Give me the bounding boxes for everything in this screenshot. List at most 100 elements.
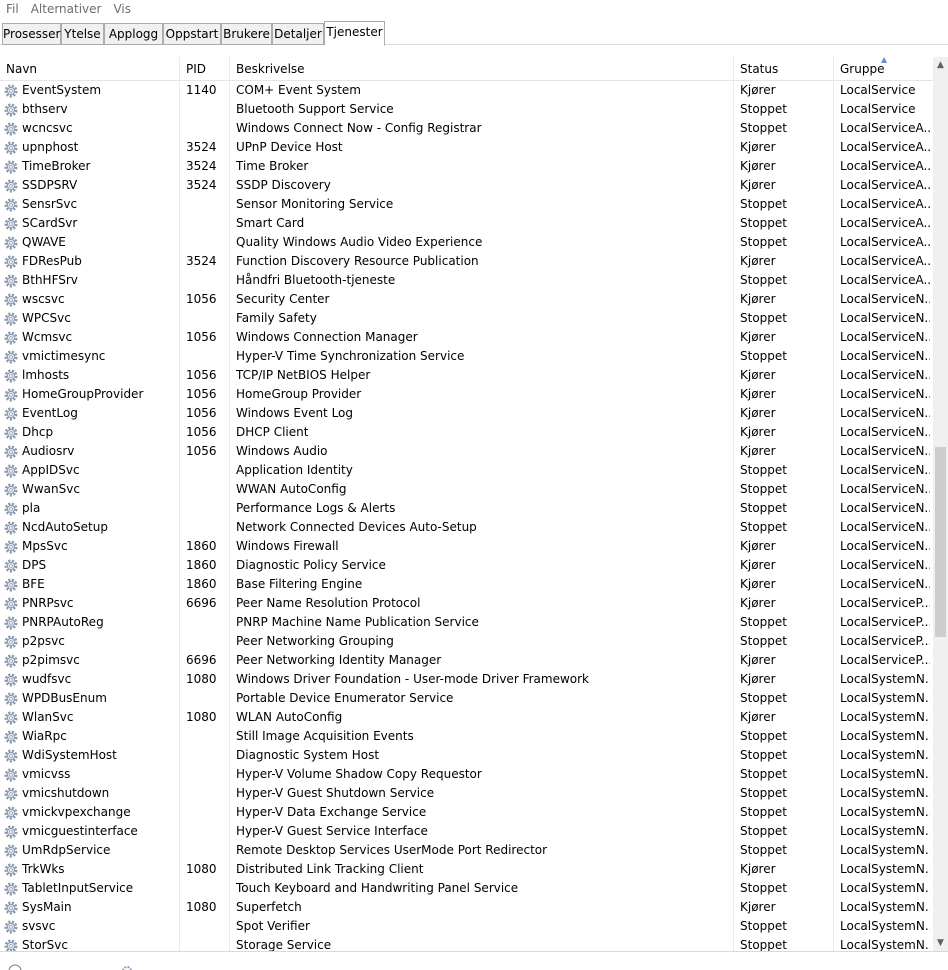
service-row[interactable]: BFE 1860 Base Filtering Engine Kjører LocalS… <box>0 575 933 594</box>
service-row[interactable]: PNRPsvc 6696 Peer Name Resolution Protocol… <box>0 594 933 613</box>
service-group: LocalServiceN... <box>840 577 930 591</box>
service-gear-icon <box>3 596 19 612</box>
service-row[interactable]: vmictimesync Hyper-V Time Synchronization… <box>0 347 933 366</box>
service-row[interactable]: BthHFSrv Håndfri Bluetooth-tjeneste Stoppe… <box>0 271 933 290</box>
service-pid <box>186 271 230 290</box>
service-row[interactable]: WdiSystemHost Diagnostic System Host Stopp… <box>0 746 933 765</box>
column-header-status[interactable]: Status <box>733 57 833 81</box>
tab-users[interactable]: Brukere <box>221 23 272 45</box>
service-row[interactable]: AppIDSvc Application Identity Stoppet Local… <box>0 461 933 480</box>
service-gear-icon <box>3 615 19 631</box>
service-row[interactable]: p2psvc Peer Networking Grouping Stoppet Loc… <box>0 632 933 651</box>
service-row[interactable]: Wcmsvc 1056 Windows Connection Manager Kjør… <box>0 328 933 347</box>
service-row[interactable]: SCardSvr Smart Card Stoppet LocalServiceA..… <box>0 214 933 233</box>
vertical-scrollbar[interactable]: ▲ ▼ <box>933 57 948 951</box>
service-gear-icon <box>3 273 19 289</box>
service-row[interactable]: DPS 1860 Diagnostic Policy Service Kjører Lo… <box>0 556 933 575</box>
tab-details[interactable]: Detaljer <box>272 23 324 45</box>
service-row[interactable]: HomeGroupProvider 1056 HomeGroup Provider K… <box>0 385 933 404</box>
service-row[interactable]: Dhcp 1056 DHCP Client Kjører LocalServiceN..… <box>0 423 933 442</box>
service-gear-icon <box>3 406 19 422</box>
service-name: upnphost <box>22 140 79 154</box>
service-row[interactable]: TimeBroker 3524 Time Broker Kjører LocalServ… <box>0 157 933 176</box>
tab-performance[interactable]: Ytelse <box>61 23 104 45</box>
service-row[interactable]: bthserv Bluetooth Support Service Stoppet L… <box>0 100 933 119</box>
service-row[interactable]: SysMain 1080 Superfetch Kjører LocalSystemN.… <box>0 898 933 917</box>
scroll-up-icon[interactable]: ▲ <box>933 58 948 73</box>
service-pid <box>186 803 230 822</box>
service-pid: 1056 <box>186 292 217 306</box>
service-row[interactable]: wscsvc 1056 Security Center Kjører LocalServ… <box>0 290 933 309</box>
service-row[interactable]: EventLog 1056 Windows Event Log Kjører Local… <box>0 404 933 423</box>
service-name: vmicguestinterface <box>22 824 138 838</box>
service-row[interactable]: Audiosrv 1056 Windows Audio Kjører LocalServ… <box>0 442 933 461</box>
service-name: vmictimesync <box>22 349 106 363</box>
service-group: LocalSystemN... <box>840 805 930 819</box>
menu-file[interactable]: Fil <box>0 0 25 18</box>
service-name: HomeGroupProvider <box>22 387 144 401</box>
service-row[interactable]: QWAVE Quality Windows Audio Video Experie… <box>0 233 933 252</box>
column-header-description[interactable]: Beskrivelse <box>229 57 733 81</box>
service-gear-icon <box>3 216 19 232</box>
fewer-details-icon[interactable] <box>8 964 22 970</box>
service-gear-icon <box>3 748 19 764</box>
service-row[interactable]: WPDBusEnum Portable Device Enumerator Ser… <box>0 689 933 708</box>
column-header-name[interactable]: Navn <box>0 57 179 81</box>
scroll-down-icon[interactable]: ▼ <box>933 936 948 951</box>
service-row[interactable]: p2pimsvc 6696 Peer Networking Identity Man… <box>0 651 933 670</box>
service-name: vmicvss <box>22 767 71 781</box>
service-row[interactable]: UmRdpService Remote Desktop Services User… <box>0 841 933 860</box>
service-group: LocalServiceA... <box>840 197 930 211</box>
service-row[interactable]: SSDPSRV 3524 SSDP Discovery Kjører LocalServ… <box>0 176 933 195</box>
service-pid: 1860 <box>186 539 217 553</box>
service-row[interactable]: EventSystem 1140 COM+ Event System Kjører Lo… <box>0 81 933 100</box>
service-row[interactable]: wudfsvc 1080 Windows Driver Foundation - U… <box>0 670 933 689</box>
service-name: BFE <box>22 577 45 591</box>
service-row[interactable]: vmicguestinterface Hyper-V Guest Service … <box>0 822 933 841</box>
service-status: Stoppet <box>740 729 787 743</box>
service-description: PNRP Machine Name Publication Service <box>236 615 479 629</box>
service-group: LocalSystemN... <box>840 786 930 800</box>
tab-app-history[interactable]: Applogg <box>104 23 163 45</box>
service-row[interactable]: lmhosts 1056 TCP/IP NetBIOS Helper Kjører Lo… <box>0 366 933 385</box>
service-name: p2psvc <box>22 634 65 648</box>
service-row[interactable]: vmickvpexchange Hyper-V Data Exchange Ser… <box>0 803 933 822</box>
service-status: Kjører <box>740 140 776 154</box>
service-row[interactable]: pla Performance Logs & Alerts Stoppet Local… <box>0 499 933 518</box>
scrollbar-thumb[interactable] <box>935 447 946 637</box>
open-services-icon[interactable] <box>120 964 134 970</box>
service-row[interactable]: NcdAutoSetup Network Connected Devices Au… <box>0 518 933 537</box>
service-pid: 1860 <box>186 558 217 572</box>
service-row[interactable]: WPCSvc Family Safety Stoppet LocalServiceN.… <box>0 309 933 328</box>
service-status: Kjører <box>740 387 776 401</box>
menu-view[interactable]: Vis <box>107 0 137 18</box>
service-row[interactable]: PNRPAutoReg PNRP Machine Name Publication… <box>0 613 933 632</box>
service-pid: 3524 <box>186 178 217 192</box>
column-header-pid[interactable]: PID <box>179 57 229 81</box>
service-row[interactable]: WiaRpc Still Image Acquisition Events Stop… <box>0 727 933 746</box>
service-description: Quality Windows Audio Video Experience <box>236 235 483 249</box>
service-row[interactable]: WwanSvc WWAN AutoConfig Stoppet LocalServic… <box>0 480 933 499</box>
service-row[interactable]: TabletInputService Touch Keyboard and Han… <box>0 879 933 898</box>
service-group: LocalSystemN... <box>840 919 930 933</box>
menu-options[interactable]: Alternativer <box>25 0 108 18</box>
service-group: LocalServiceN... <box>840 482 930 496</box>
service-status: Stoppet <box>740 102 787 116</box>
tab-processes[interactable]: Prosesser <box>2 23 61 45</box>
service-row[interactable]: wcncsvc Windows Connect Now - Config Regi… <box>0 119 933 138</box>
service-gear-icon <box>3 520 19 536</box>
service-row[interactable]: svsvc Spot Verifier Stoppet LocalSystemN... <box>0 917 933 936</box>
service-row[interactable]: FDResPub 3524 Function Discovery Resource … <box>0 252 933 271</box>
service-row[interactable]: MpsSvc 1860 Windows Firewall Kjører LocalSer… <box>0 537 933 556</box>
service-row[interactable]: upnphost 3524 UPnP Device Host Kjører LocalS… <box>0 138 933 157</box>
service-row[interactable]: StorSvc Storage Service Stoppet LocalSystem… <box>0 936 933 951</box>
tab-services[interactable]: Tjenester <box>324 21 385 46</box>
service-row[interactable]: vmicvss Hyper-V Volume Shadow Copy Reques… <box>0 765 933 784</box>
service-row[interactable]: TrkWks 1080 Distributed Link Tracking Clie… <box>0 860 933 879</box>
service-pid: 1056 <box>186 425 217 439</box>
service-row[interactable]: vmicshutdown Hyper-V Guest Shutdown Servi… <box>0 784 933 803</box>
service-row[interactable]: WlanSvc 1080 WLAN AutoConfig Kjører LocalSys… <box>0 708 933 727</box>
tab-startup[interactable]: Oppstart <box>163 23 221 45</box>
service-row[interactable]: SensrSvc Sensor Monitoring Service Stoppet… <box>0 195 933 214</box>
service-status: Stoppet <box>740 843 787 857</box>
